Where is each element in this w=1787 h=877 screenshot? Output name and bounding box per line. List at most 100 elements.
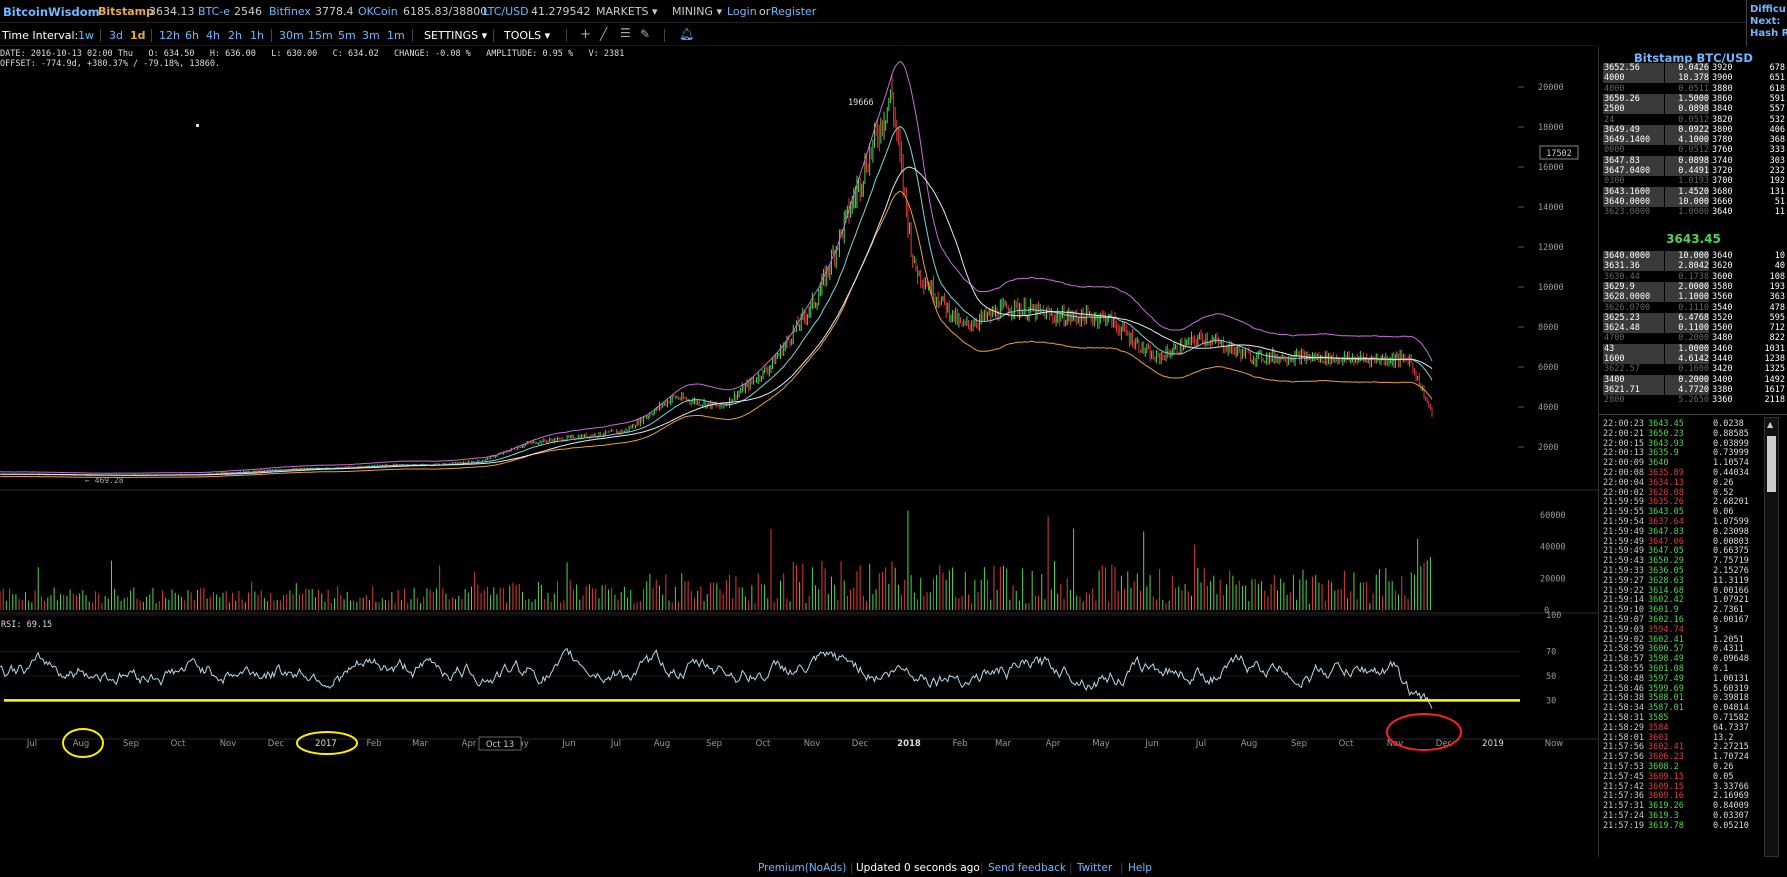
twitter-link[interactable]: Twitter xyxy=(1077,862,1112,874)
interval-1w[interactable]: 1w xyxy=(78,29,94,42)
login-link[interactable]: Login xyxy=(727,5,757,18)
bid-sum-amount: 1238 xyxy=(1764,354,1785,364)
trade-price: 3609.15 xyxy=(1648,781,1684,792)
price-chart[interactable]: RSI: 69.15 2000 4000 6000 8000 10000 12000 140… xyxy=(0,47,1598,857)
interval-3m[interactable]: 3m xyxy=(362,29,380,42)
chart-annotations: 19666 17502 ← 469.28 Oct 13 xyxy=(62,98,1579,758)
bid-sum-price: 3460 xyxy=(1712,343,1733,354)
trade-price: 3594.74 xyxy=(1648,624,1684,635)
ma-line xyxy=(0,166,1433,476)
ticker-btce-value: 2546 xyxy=(234,5,262,18)
bid-price: 3640.0000 xyxy=(1603,251,1664,261)
x-axis-label: Oct xyxy=(756,739,771,749)
trade-row: 21:57:45 3609.15 0.05 xyxy=(1601,772,1777,782)
premium-link[interactable]: Premium(NoAds) xyxy=(758,862,846,874)
markets-menu[interactable]: MARKETS ▾ xyxy=(596,5,658,18)
interval-6h[interactable]: 6h xyxy=(185,29,199,42)
mining-menu[interactable]: MINING ▾ xyxy=(672,5,722,18)
ask-row: 3643.1600 1.4520 3680 131 xyxy=(1601,186,1787,197)
brush-tool-icon[interactable]: ✎ xyxy=(640,27,650,41)
ticker-bitstamp-name[interactable]: Bitstamp xyxy=(98,5,154,18)
alert-bell-icon[interactable]: 🔔︎ xyxy=(679,27,694,41)
x-axis-label: Mar xyxy=(412,739,429,749)
settings-menu[interactable]: SETTINGS ▾ xyxy=(424,29,487,42)
channel-tool-icon[interactable]: ☰ xyxy=(620,26,631,40)
ask-row: 3649.49 0.0922 3800 406 xyxy=(1601,124,1787,135)
highlight-circle-rsi-low xyxy=(1386,713,1462,751)
register-link[interactable]: Register xyxy=(771,5,816,18)
bid-price: 3631.36 xyxy=(1603,261,1664,272)
bid-amount: 0.2000 xyxy=(1678,333,1709,344)
ask-row: 4000 0.0511 3880 618 xyxy=(1601,84,1787,94)
ask-sum-price: 3840 xyxy=(1712,104,1733,115)
trade-time: 21:57:56 xyxy=(1603,752,1644,763)
ask-sum-amount: 192 xyxy=(1769,176,1785,187)
ticker-bitfinex-name[interactable]: Bitfinex xyxy=(269,5,311,18)
tools-menu[interactable]: TOOLS ▾ xyxy=(504,29,550,42)
ticker-ltcusd-name[interactable]: LTC/USD xyxy=(483,5,529,18)
interval-4h[interactable]: 4h xyxy=(206,29,220,42)
price-tick-label: 10000 xyxy=(1538,283,1564,293)
trade-price: 3634.13 xyxy=(1648,477,1684,488)
bid-price: 3626.0700 xyxy=(1604,302,1651,313)
ticker-okcoin-name[interactable]: OKCoin xyxy=(358,5,398,18)
interval-3d[interactable]: 3d xyxy=(109,29,123,42)
bid-price: 3628.0000 xyxy=(1603,292,1664,303)
line-tool-icon[interactable]: ╱ xyxy=(600,27,607,41)
trade-row: 21:57:36 3609.16 2.16969 xyxy=(1601,791,1777,801)
bid-row: 2800 5.2650 3360 2118 xyxy=(1601,395,1787,405)
ask-sum-amount: 618 xyxy=(1769,83,1785,94)
price-tick-label: 12000 xyxy=(1538,243,1564,253)
trade-time: 21:59:54 xyxy=(1603,517,1644,527)
trade-time: 21:57:42 xyxy=(1603,781,1644,792)
trade-price: 3602.42 xyxy=(1648,595,1684,606)
bid-amount: 0.1100 xyxy=(1665,323,1709,334)
trade-time: 21:59:07 xyxy=(1603,615,1644,625)
bid-sum-price: 3400 xyxy=(1712,374,1733,385)
interval-30m[interactable]: 30m xyxy=(279,29,304,42)
trade-time: 22:00:21 xyxy=(1603,428,1644,439)
interval-1m[interactable]: 1m xyxy=(387,29,405,42)
trade-price: 3597.49 xyxy=(1648,673,1684,684)
chevron-down-icon: ▾ xyxy=(544,29,551,42)
trade-row: 21:59:59 3635.26 2.68201 xyxy=(1601,497,1777,507)
ask-sum-price: 3900 xyxy=(1712,73,1733,84)
scroll-up-icon[interactable]: ▲ xyxy=(1767,420,1773,429)
trade-price: 3635.89 xyxy=(1648,468,1684,478)
scrollbar-thumb[interactable] xyxy=(1767,436,1776,492)
help-link[interactable]: Help xyxy=(1128,862,1152,874)
trade-time: 21:59:49 xyxy=(1603,526,1644,537)
send-feedback-link[interactable]: Send feedback xyxy=(988,862,1066,874)
price-tick-label: 14000 xyxy=(1538,203,1564,213)
trade-amount: 0.73999 xyxy=(1713,448,1749,459)
trade-time: 21:59:49 xyxy=(1603,546,1644,557)
trade-history-scrollbar[interactable]: ▲ xyxy=(1764,417,1779,857)
interval-5m[interactable]: 5m xyxy=(338,29,356,42)
trade-row: 21:59:54 3637.64 1.07599 xyxy=(1601,517,1777,527)
crosshair-tool-icon[interactable]: + xyxy=(580,27,591,42)
x-axis-label: Aug xyxy=(73,739,90,749)
ask-sum-amount: 11 xyxy=(1774,207,1785,218)
interval-2h[interactable]: 2h xyxy=(228,29,242,42)
rsi-tick-label: 50 xyxy=(1546,672,1556,682)
brand-logo[interactable]: BitcoinWisdom xyxy=(3,5,100,19)
ask-sum-price: 3760 xyxy=(1712,145,1733,156)
x-axis-label: Mar xyxy=(995,739,1012,749)
trade-row: 21:58:29 3584 64.7337 xyxy=(1601,723,1777,733)
ask-price: 4000 xyxy=(1604,83,1625,94)
volume-tick-label: 20000 xyxy=(1540,574,1566,584)
interval-15m[interactable]: 15m xyxy=(308,29,333,42)
ticker-btce-name[interactable]: BTC-e xyxy=(198,5,230,18)
interval-1h[interactable]: 1h xyxy=(250,29,264,42)
trade-price: 3609.16 xyxy=(1648,791,1684,802)
interval-1d[interactable]: 1d xyxy=(130,29,146,42)
trade-amount: 0.71582 xyxy=(1713,713,1749,723)
ask-sum-amount: 406 xyxy=(1769,124,1785,135)
interval-12h[interactable]: 12h xyxy=(159,29,180,42)
trade-price: 3635.9 xyxy=(1648,448,1679,459)
trade-price: 3640 xyxy=(1648,458,1669,469)
trade-row: 21:58:01 3601 13.2 xyxy=(1601,733,1777,743)
trade-price: 3647.83 xyxy=(1648,526,1684,537)
trade-amount: 0.52 xyxy=(1713,487,1734,498)
ask-amount: 1.4520 xyxy=(1665,186,1709,197)
